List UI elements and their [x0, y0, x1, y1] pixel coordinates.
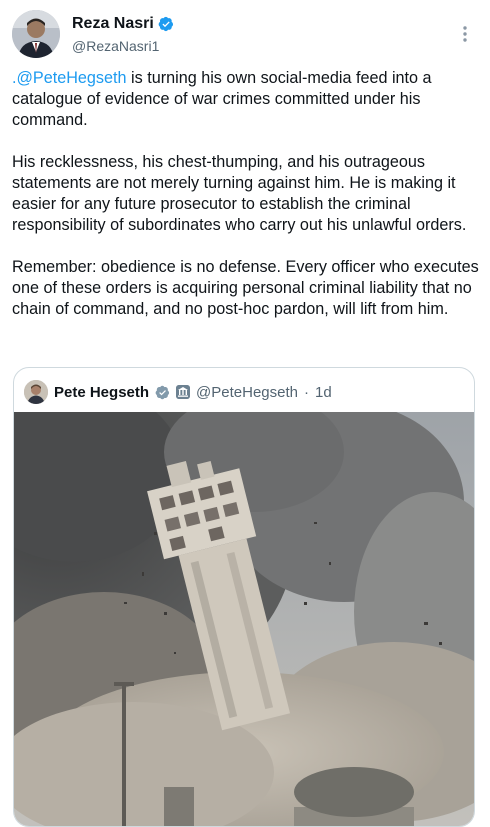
quoted-verified-badge-icon: [155, 385, 170, 399]
tweet-text: .@PeteHegseth is turning his own social-…: [12, 68, 482, 341]
tweet-paragraph-3: Remember: obedience is no defense. Every…: [12, 258, 479, 318]
meta-separator: ·: [304, 383, 309, 401]
tweet-header: Reza Nasri @RezaNasri1: [12, 10, 478, 60]
avatar-image: [12, 10, 60, 58]
quoted-tweet-header: Pete Hegseth @PeteHegseth · 1d: [24, 380, 332, 404]
quoted-display-name[interactable]: Pete Hegseth: [54, 384, 149, 401]
more-vertical-icon[interactable]: [458, 24, 472, 44]
display-name-row: Reza Nasri: [72, 14, 174, 34]
tweet-paragraph-1: .@PeteHegseth is turning his own social-…: [12, 68, 482, 131]
collapsing-building-photo[interactable]: [14, 412, 475, 827]
quoted-tweet[interactable]: Pete Hegseth @PeteHegseth · 1d: [13, 367, 475, 827]
quoted-avatar[interactable]: [24, 380, 48, 404]
verified-badge-icon: [158, 16, 173, 32]
government-badge-icon: [176, 385, 191, 399]
author-display-name[interactable]: Reza Nasri: [72, 14, 154, 34]
quoted-avatar-image: [24, 380, 48, 404]
mention-link[interactable]: .@PeteHegseth: [12, 69, 127, 87]
tweet-paragraph-2: His recklessness, his chest-thumping, an…: [12, 153, 467, 234]
tweet-card: Reza Nasri @RezaNasri1 .@PeteHegseth is …: [0, 0, 490, 827]
author-names: Reza Nasri @RezaNasri1: [72, 14, 174, 56]
author-handle[interactable]: @RezaNasri1: [72, 36, 174, 56]
avatar[interactable]: [12, 10, 60, 58]
quoted-handle[interactable]: @PeteHegseth: [196, 384, 298, 401]
quoted-timestamp[interactable]: 1d: [315, 384, 332, 401]
government-seal-icon: [176, 385, 191, 399]
